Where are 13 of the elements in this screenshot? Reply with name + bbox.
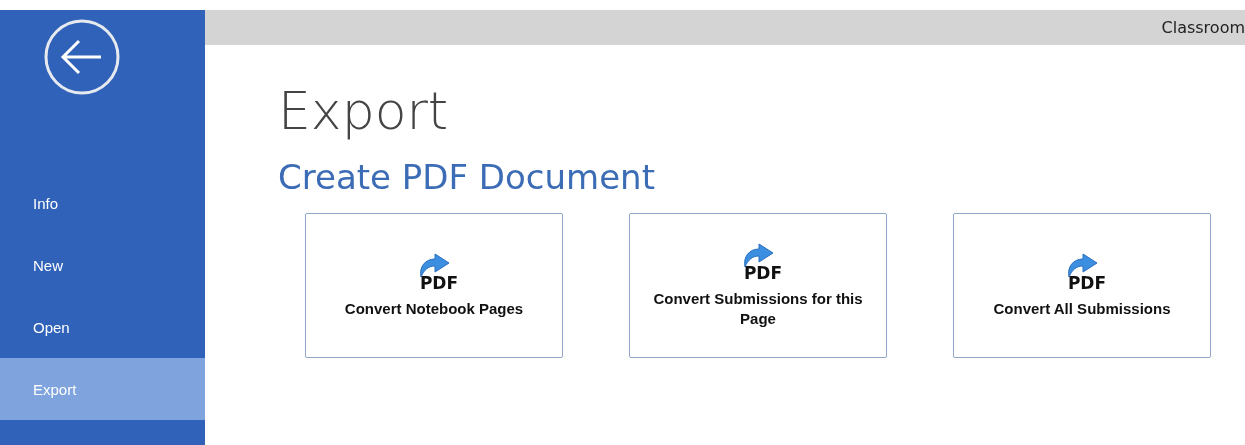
export-button[interactable]: PDF Convert All Submissions <box>953 213 1211 358</box>
sidebar-item[interactable]: Info <box>0 172 205 234</box>
page-title: Export <box>278 81 450 141</box>
sidebar-item[interactable]: Open <box>0 296 205 358</box>
app-title: Classroom <box>1161 18 1245 37</box>
pdf-label: PDF <box>419 272 459 293</box>
pdf-label: PDF <box>1067 272 1107 293</box>
sidebar-item[interactable]: New <box>0 234 205 296</box>
pdf-label: PDF <box>743 262 783 283</box>
section-title: Create PDF Document <box>278 156 656 199</box>
export-button[interactable]: PDF Convert Submissions for this Page <box>629 213 887 358</box>
export-button[interactable]: PDF Convert Notebook Pages <box>305 213 563 358</box>
back-button[interactable] <box>43 18 121 96</box>
